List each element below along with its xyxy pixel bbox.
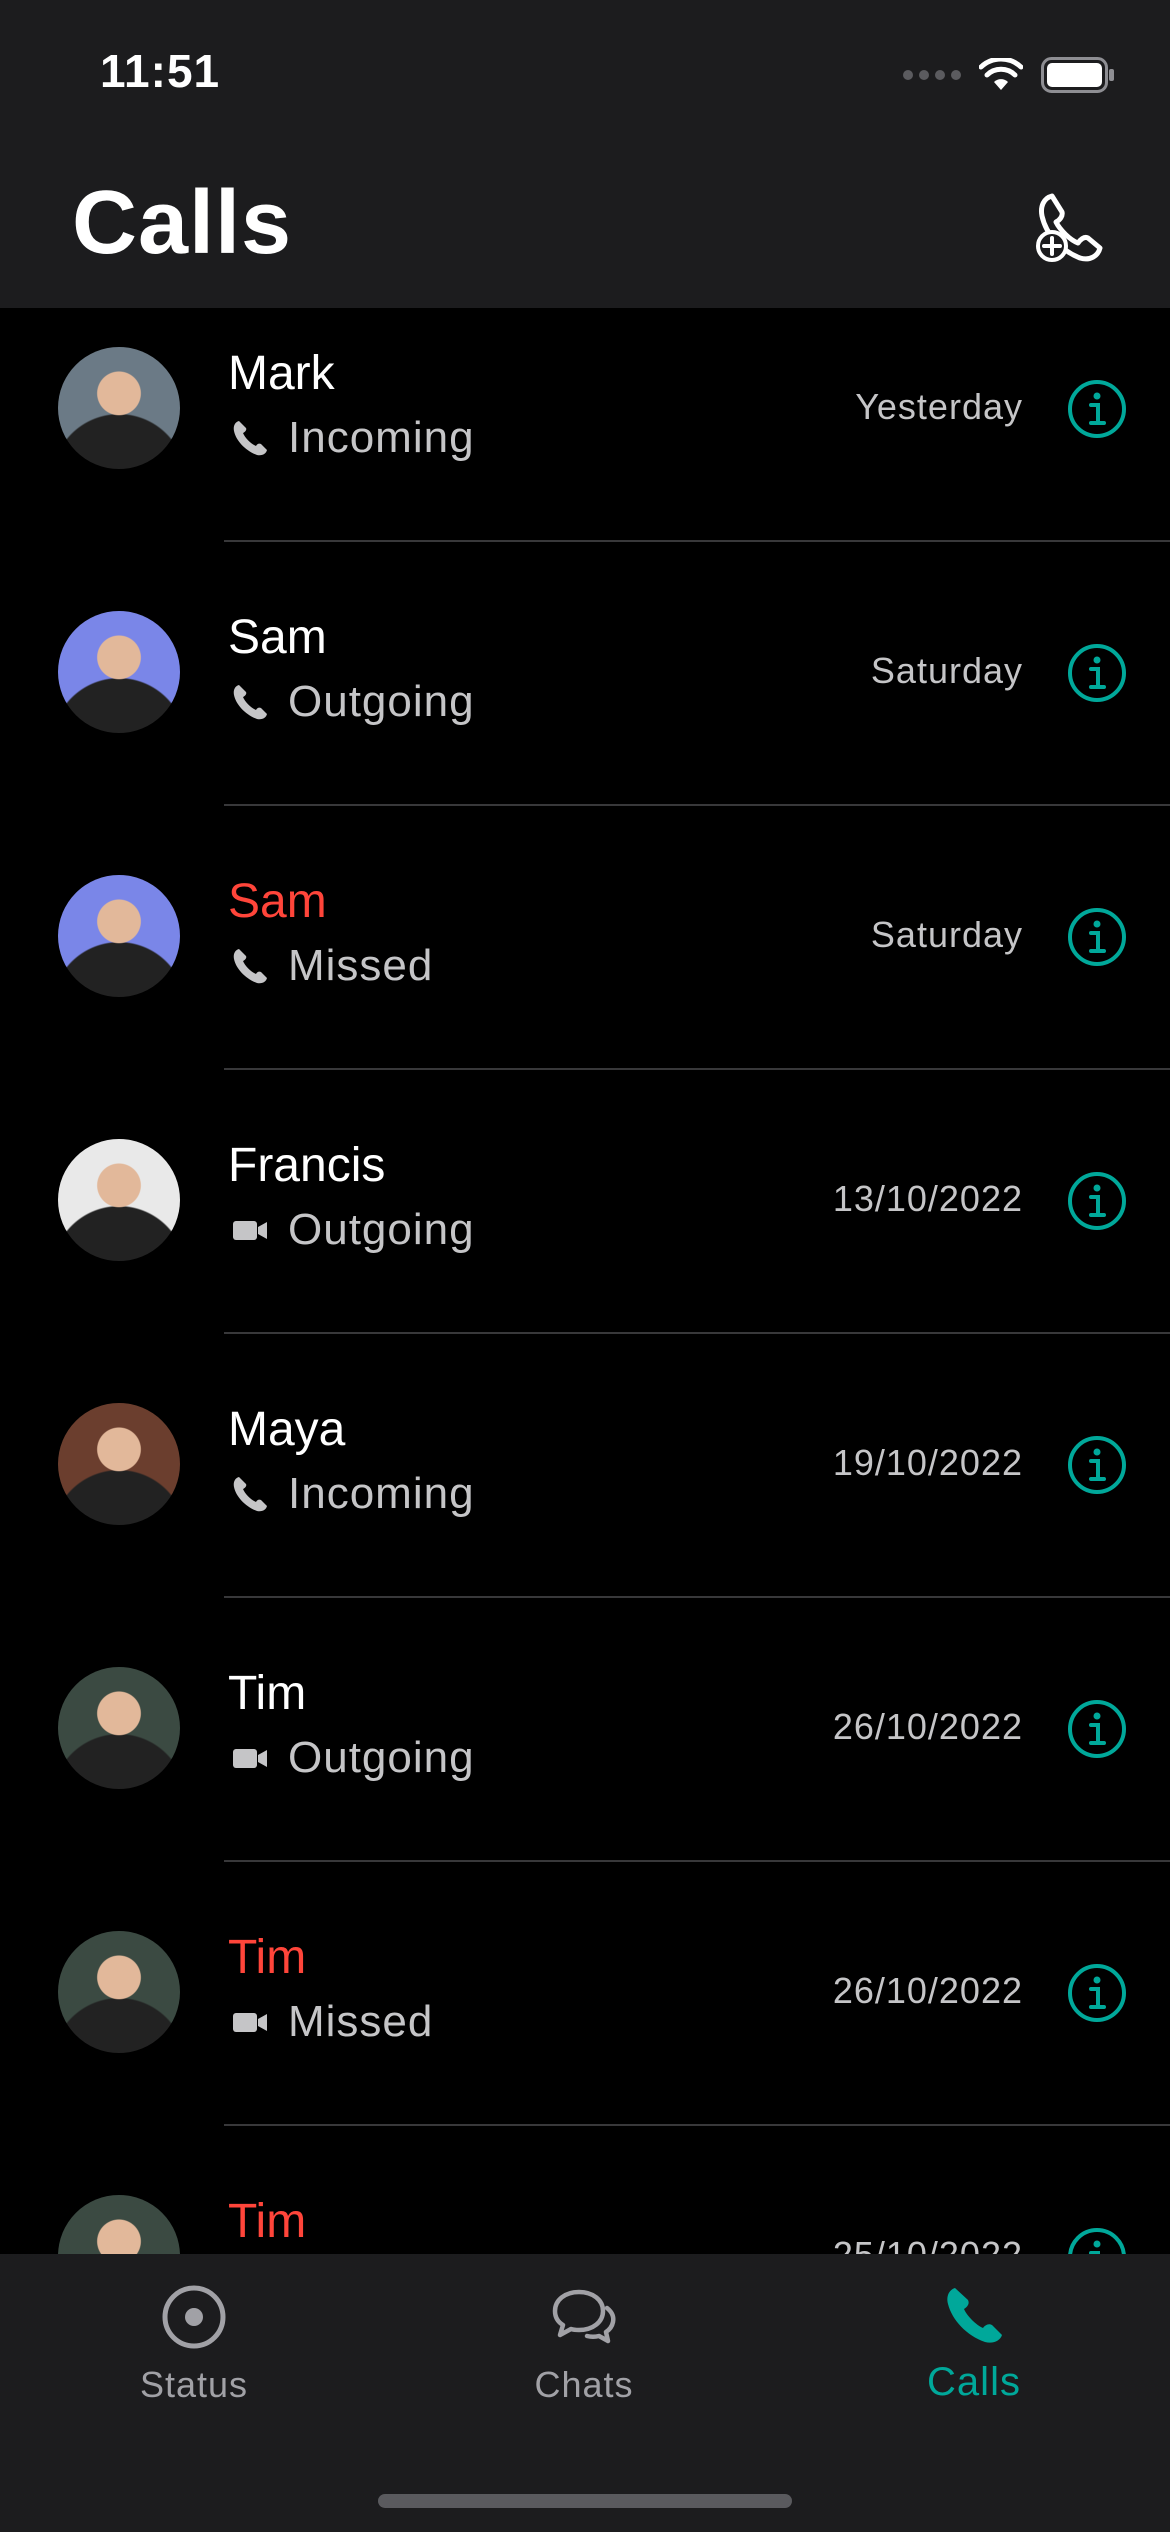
contact-name: Tim xyxy=(228,1931,307,1984)
row-separator xyxy=(224,540,1170,542)
call-row[interactable]: Sam Missed Saturday xyxy=(0,828,1170,1092)
new-call-button[interactable] xyxy=(1030,188,1110,268)
contact-name: Mark xyxy=(228,347,335,400)
page-title: Calls xyxy=(72,173,293,273)
tab-chats-label: Chats xyxy=(534,2364,634,2405)
call-date: 26/10/2022 xyxy=(832,1970,1023,2011)
phone-icon xyxy=(233,949,267,984)
status-time: 11:51 xyxy=(100,45,221,97)
call-direction: Outgoing xyxy=(288,677,475,726)
tab-status[interactable]: Status xyxy=(44,2254,344,2434)
call-row[interactable]: Francis Outgoing 13/10/2022 xyxy=(0,1092,1170,1356)
call-direction: Missed xyxy=(288,1997,434,2046)
phone-icon xyxy=(947,2288,1002,2343)
avatar xyxy=(58,611,180,733)
tab-calls[interactable]: Calls xyxy=(824,2254,1124,2434)
call-date: 26/10/2022 xyxy=(832,1706,1023,1747)
battery-icon xyxy=(1041,57,1114,93)
calls-list: Mark Incoming Yesterday Sam Outgoing Sat… xyxy=(0,308,1170,2254)
contact-name: Sam xyxy=(228,875,327,928)
contact-name: Maya xyxy=(228,1403,346,1456)
info-button[interactable] xyxy=(1066,378,1128,440)
call-type-line: Outgoing xyxy=(230,1202,475,1258)
avatar xyxy=(58,1139,180,1261)
tab-calls-label: Calls xyxy=(927,2360,1021,2404)
info-button[interactable] xyxy=(1066,1962,1128,2024)
info-button[interactable] xyxy=(1066,1698,1128,1760)
call-direction: Incoming xyxy=(288,1469,475,1518)
info-button[interactable] xyxy=(1066,1434,1128,1496)
call-type-line: Missed xyxy=(230,1994,433,2050)
avatar xyxy=(58,347,180,469)
call-direction: Incoming xyxy=(288,413,475,462)
row-separator xyxy=(224,2124,1170,2126)
tab-chats[interactable]: Chats xyxy=(434,2254,734,2434)
avatar xyxy=(58,1931,180,2053)
home-indicator xyxy=(378,2494,792,2508)
info-icon xyxy=(1068,644,1126,702)
avatar xyxy=(58,1403,180,1525)
video-icon xyxy=(233,1221,267,1240)
call-type-line: Outgoing xyxy=(230,1730,475,1786)
call-type-line: Incoming xyxy=(230,410,475,466)
info-icon xyxy=(1068,1436,1126,1494)
call-direction: Outgoing xyxy=(288,1733,475,1782)
avatar xyxy=(58,875,180,997)
status-indicators xyxy=(903,52,1115,98)
info-button[interactable] xyxy=(1066,906,1128,968)
call-type-line: Incoming xyxy=(230,1466,475,1522)
call-direction: Missed xyxy=(288,941,434,990)
row-separator xyxy=(224,804,1170,806)
info-icon xyxy=(1068,1172,1126,1230)
call-date: 19/10/2022 xyxy=(832,1442,1023,1483)
wifi-icon xyxy=(979,58,1023,90)
call-row[interactable]: Mark Incoming Yesterday xyxy=(0,308,1170,564)
info-icon xyxy=(1068,380,1126,438)
contact-name: Sam xyxy=(228,611,327,664)
video-icon xyxy=(233,2013,267,2032)
phone-plus-icon xyxy=(1036,193,1103,262)
row-separator xyxy=(224,1596,1170,1598)
call-date: 13/10/2022 xyxy=(832,1178,1023,1219)
status-icon xyxy=(162,2285,226,2349)
avatar xyxy=(58,2195,180,2254)
tab-status-label: Status xyxy=(139,2364,249,2405)
call-row[interactable]: Tim Missed 25/10/2022 xyxy=(0,2148,1170,2254)
call-date: 25/10/2022 xyxy=(833,2234,1023,2254)
info-icon xyxy=(1068,2228,1126,2254)
contact-name: Tim xyxy=(228,1667,307,1720)
info-icon xyxy=(1068,1700,1126,1758)
chats-icon xyxy=(552,2289,616,2344)
call-date: Yesterday xyxy=(855,386,1023,427)
info-icon xyxy=(1068,1964,1126,2022)
call-type-line: Outgoing xyxy=(230,674,475,730)
contact-name: Tim xyxy=(228,2195,307,2248)
call-row[interactable]: Tim Outgoing 26/10/2022 xyxy=(0,1620,1170,1884)
call-type-line: Missed xyxy=(230,938,433,994)
call-row[interactable]: Sam Outgoing Saturday xyxy=(0,564,1170,828)
call-row[interactable]: Tim Missed 26/10/2022 xyxy=(0,1884,1170,2148)
video-icon xyxy=(233,1749,267,1768)
phone-icon xyxy=(233,1477,267,1512)
contact-name: Francis xyxy=(228,1139,386,1192)
info-icon xyxy=(1068,908,1126,966)
row-separator xyxy=(224,1068,1170,1070)
info-button[interactable] xyxy=(1066,642,1128,704)
header: 11:51 Calls xyxy=(0,0,1170,308)
info-button[interactable] xyxy=(1066,1170,1128,1232)
avatar xyxy=(58,1667,180,1789)
call-direction: Outgoing xyxy=(288,1205,475,1254)
phone-icon xyxy=(233,685,267,720)
call-date: Saturday xyxy=(870,914,1023,955)
phone-icon xyxy=(233,421,267,456)
row-separator xyxy=(224,1860,1170,1862)
tab-bar: Status Chats Calls xyxy=(0,2254,1170,2532)
signal-icon xyxy=(903,70,961,80)
call-date: Saturday xyxy=(870,650,1023,691)
info-button[interactable] xyxy=(1066,2226,1128,2254)
row-separator xyxy=(224,1332,1170,1334)
call-row[interactable]: Maya Incoming 19/10/2022 xyxy=(0,1356,1170,1620)
